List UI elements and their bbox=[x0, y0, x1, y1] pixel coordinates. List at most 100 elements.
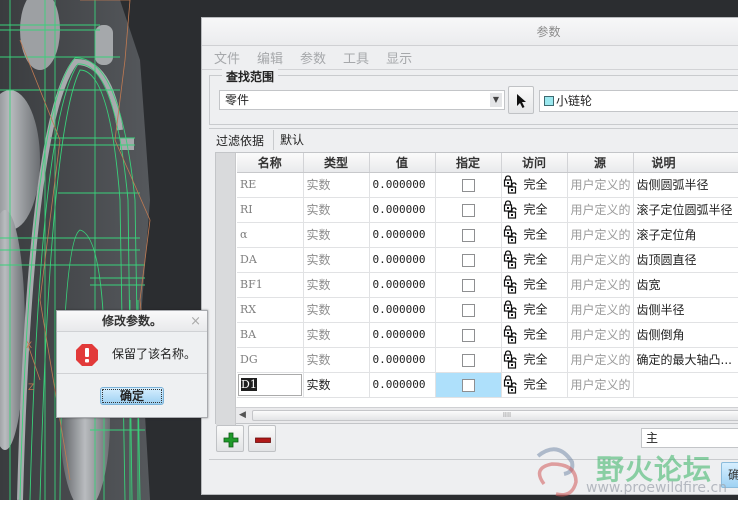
filter-select[interactable]: 默认 bbox=[273, 130, 738, 150]
name-edit-input[interactable]: D1 bbox=[238, 373, 302, 396]
cell-source[interactable]: 用户定义的 bbox=[567, 197, 634, 223]
close-icon[interactable]: × bbox=[190, 314, 201, 329]
designated-checkbox[interactable] bbox=[461, 278, 475, 292]
cell-value[interactable]: 0.000000 bbox=[369, 197, 436, 223]
cell-access[interactable]: 完全 bbox=[501, 222, 568, 248]
horizontal-scrollbar[interactable]: ◀ IIII bbox=[236, 407, 738, 423]
cell-access[interactable]: 完全 bbox=[501, 172, 568, 198]
cell-value[interactable]: 0.000000 bbox=[369, 247, 436, 273]
main-field[interactable]: 主 bbox=[641, 428, 738, 448]
cell-description[interactable]: 齿宽 bbox=[633, 272, 738, 298]
cell-name[interactable]: DG bbox=[237, 347, 304, 373]
column-header-designated[interactable]: 指定 bbox=[435, 153, 502, 173]
cell-designated[interactable] bbox=[435, 297, 502, 323]
remove-parameter-button[interactable] bbox=[248, 425, 276, 452]
cell-name[interactable]: RI bbox=[237, 197, 304, 223]
cell-description[interactable]: 齿侧倒角 bbox=[633, 322, 738, 348]
cell-value[interactable]: 0.000000 bbox=[369, 297, 436, 323]
cell-type[interactable]: 实数 bbox=[303, 247, 370, 273]
cell-name[interactable]: RX bbox=[237, 297, 304, 323]
designated-checkbox[interactable] bbox=[461, 353, 475, 367]
table-row[interactable]: BA 实数 0.000000 完全 用户定义的 齿侧倒角 bbox=[237, 322, 738, 348]
menu-tools[interactable]: 工具 bbox=[343, 48, 369, 67]
cell-description[interactable]: 滚子定位角 bbox=[633, 222, 738, 248]
cell-access[interactable]: 完全 bbox=[501, 247, 568, 273]
cell-designated[interactable] bbox=[435, 172, 502, 198]
select-model-button[interactable] bbox=[508, 86, 534, 114]
cell-description[interactable]: 齿侧圆弧半径 bbox=[633, 172, 738, 198]
cell-value[interactable]: 0.000000 bbox=[369, 272, 436, 298]
cell-description[interactable]: 确定的最大轴凸... bbox=[633, 347, 738, 373]
cell-type[interactable]: 实数 bbox=[303, 197, 370, 223]
menu-parameters[interactable]: 参数 bbox=[300, 48, 326, 67]
cell-type[interactable]: 实数 bbox=[303, 272, 370, 298]
cell-access[interactable]: 完全 bbox=[501, 272, 568, 298]
column-header-access[interactable]: 访问 bbox=[501, 153, 568, 173]
table-row[interactable]: D1 实数 0.000000 完全 用户定义的 bbox=[237, 372, 738, 398]
cell-name[interactable]: BA bbox=[237, 322, 304, 348]
cell-description[interactable]: 齿顶圆直径 bbox=[633, 247, 738, 273]
cell-name[interactable]: D1 bbox=[237, 372, 304, 398]
cell-access[interactable]: 完全 bbox=[501, 347, 568, 373]
table-row[interactable]: RI 实数 0.000000 完全 用户定义的 滚子定位圆弧半径 bbox=[237, 197, 738, 223]
cell-access[interactable]: 完全 bbox=[501, 197, 568, 223]
menu-display[interactable]: 显示 bbox=[386, 48, 412, 67]
cell-name[interactable]: α bbox=[237, 222, 304, 248]
cell-access[interactable]: 完全 bbox=[501, 297, 568, 323]
cell-designated[interactable] bbox=[435, 347, 502, 373]
column-header-name[interactable]: 名称 bbox=[237, 153, 304, 173]
designated-checkbox[interactable] bbox=[461, 328, 475, 342]
cell-type[interactable]: 实数 bbox=[303, 222, 370, 248]
cell-source[interactable]: 用户定义的 bbox=[567, 272, 634, 298]
designated-checkbox[interactable] bbox=[461, 303, 475, 317]
cell-description[interactable] bbox=[633, 372, 738, 398]
cell-description[interactable]: 齿侧半径 bbox=[633, 297, 738, 323]
designated-checkbox[interactable] bbox=[461, 253, 475, 267]
cell-value[interactable]: 0.000000 bbox=[369, 172, 436, 198]
table-row[interactable]: RX 实数 0.000000 完全 用户定义的 齿侧半径 bbox=[237, 297, 738, 323]
table-row[interactable]: DA 实数 0.000000 完全 用户定义的 齿顶圆直径 bbox=[237, 247, 738, 273]
column-header-source[interactable]: 源 bbox=[567, 153, 634, 173]
column-header-description[interactable]: 说明 bbox=[633, 153, 738, 173]
cell-designated[interactable] bbox=[435, 197, 502, 223]
cell-source[interactable]: 用户定义的 bbox=[567, 372, 634, 398]
cell-type[interactable]: 实数 bbox=[303, 322, 370, 348]
cell-value[interactable]: 0.000000 bbox=[369, 222, 436, 248]
cell-name[interactable]: BF1 bbox=[237, 272, 304, 298]
cell-designated[interactable] bbox=[435, 222, 502, 248]
cell-type[interactable]: 实数 bbox=[303, 372, 370, 398]
message-ok-button[interactable]: 确定 bbox=[100, 387, 164, 405]
cell-designated[interactable] bbox=[435, 372, 502, 398]
menu-edit[interactable]: 编辑 bbox=[257, 48, 283, 67]
cell-designated[interactable] bbox=[435, 247, 502, 273]
cell-name[interactable]: DA bbox=[237, 247, 304, 273]
scroll-left-arrow-icon[interactable]: ◀ bbox=[239, 410, 246, 420]
cell-value[interactable]: 0.000000 bbox=[369, 372, 436, 398]
designated-checkbox[interactable] bbox=[461, 178, 475, 192]
scope-select[interactable]: 零件 ▼ bbox=[219, 90, 505, 110]
scrollbar-thumb[interactable]: IIII bbox=[252, 410, 738, 421]
cell-source[interactable]: 用户定义的 bbox=[567, 322, 634, 348]
cell-value[interactable]: 0.000000 bbox=[369, 347, 436, 373]
cell-type[interactable]: 实数 bbox=[303, 172, 370, 198]
cell-name[interactable]: RE bbox=[237, 172, 304, 198]
cell-source[interactable]: 用户定义的 bbox=[567, 247, 634, 273]
column-header-type[interactable]: 类型 bbox=[303, 153, 370, 173]
cell-type[interactable]: 实数 bbox=[303, 297, 370, 323]
cell-description[interactable]: 滚子定位圆弧半径 bbox=[633, 197, 738, 223]
table-row[interactable]: BF1 实数 0.000000 完全 用户定义的 齿宽 bbox=[237, 272, 738, 298]
cell-designated[interactable] bbox=[435, 272, 502, 298]
designated-checkbox[interactable] bbox=[461, 378, 475, 392]
table-row[interactable]: RE 实数 0.000000 完全 用户定义的 齿侧圆弧半径 bbox=[237, 172, 738, 198]
ok-button[interactable]: 确 bbox=[721, 462, 738, 488]
menu-file[interactable]: 文件 bbox=[214, 48, 240, 67]
cell-access[interactable]: 完全 bbox=[501, 372, 568, 398]
cell-access[interactable]: 完全 bbox=[501, 322, 568, 348]
designated-checkbox[interactable] bbox=[461, 203, 475, 217]
cell-source[interactable]: 用户定义的 bbox=[567, 297, 634, 323]
add-parameter-button[interactable] bbox=[216, 425, 244, 452]
chevron-down-icon[interactable]: ▼ bbox=[490, 93, 502, 107]
cell-designated[interactable] bbox=[435, 322, 502, 348]
table-row[interactable]: α 实数 0.000000 完全 用户定义的 滚子定位角 bbox=[237, 222, 738, 248]
cell-source[interactable]: 用户定义的 bbox=[567, 172, 634, 198]
